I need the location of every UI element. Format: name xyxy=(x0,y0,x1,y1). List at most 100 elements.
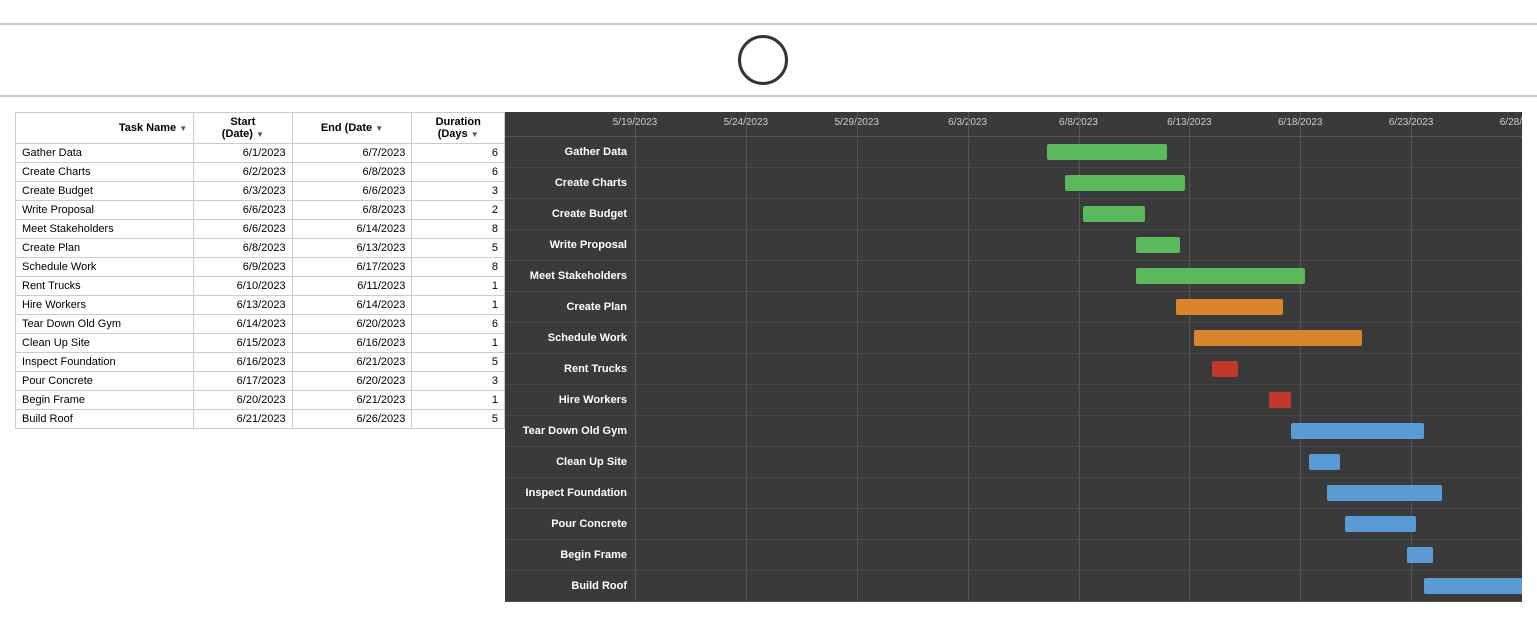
gantt-grid-line xyxy=(1411,261,1412,291)
gantt-grid-line xyxy=(746,261,747,291)
gantt-grid-line xyxy=(857,540,858,570)
gantt-grid-line xyxy=(857,323,858,353)
col-header-end: End (Date ▼ xyxy=(292,113,412,144)
gantt-bars-area xyxy=(635,416,1522,446)
filter-icon-duration[interactable]: ▼ xyxy=(471,130,479,139)
gantt-grid-line xyxy=(968,416,969,446)
task-end-cell: 6/14/2023 xyxy=(292,220,412,239)
gantt-grid-line xyxy=(746,230,747,260)
gantt-row: Build Roof xyxy=(505,571,1522,602)
gantt-bars-area xyxy=(635,168,1522,198)
task-duration-cell: 5 xyxy=(412,410,505,429)
gantt-grid-line xyxy=(635,385,636,415)
task-name-cell: Meet Stakeholders xyxy=(16,220,194,239)
gantt-task-label: Write Proposal xyxy=(505,239,635,251)
task-end-cell: 6/7/2023 xyxy=(292,144,412,163)
task-name-cell: Pour Concrete xyxy=(16,372,194,391)
gantt-grid-line xyxy=(1189,199,1190,229)
gantt-grid-line xyxy=(746,478,747,508)
task-end-cell: 6/20/2023 xyxy=(292,315,412,334)
gantt-grid-line xyxy=(635,137,636,167)
gantt-bars-area xyxy=(635,385,1522,415)
gantt-row: Gather Data xyxy=(505,137,1522,168)
table-row: Create Charts 6/2/2023 6/8/2023 6 xyxy=(16,163,505,182)
task-start-cell: 6/6/2023 xyxy=(194,220,292,239)
filter-icon-name[interactable]: ▼ xyxy=(179,124,187,133)
gantt-grid-line xyxy=(635,230,636,260)
gantt-grid-line xyxy=(635,112,636,136)
filter-icon-end[interactable]: ▼ xyxy=(375,124,383,133)
gantt-grid-line xyxy=(857,571,858,601)
gantt-grid-line xyxy=(746,168,747,198)
gantt-grid-line xyxy=(746,509,747,539)
task-duration-cell: 5 xyxy=(412,239,505,258)
table-row: Write Proposal 6/6/2023 6/8/2023 2 xyxy=(16,201,505,220)
gantt-grid-line xyxy=(857,292,858,322)
gantt-grid-line xyxy=(968,137,969,167)
page-header xyxy=(0,0,1537,18)
task-start-cell: 6/20/2023 xyxy=(194,391,292,410)
task-name-cell: Hire Workers xyxy=(16,296,194,315)
gantt-grid-line xyxy=(1079,478,1080,508)
gantt-row: Write Proposal xyxy=(505,230,1522,261)
gantt-date-label: 6/28/2023 xyxy=(1500,117,1522,128)
task-start-cell: 6/21/2023 xyxy=(194,410,292,429)
gantt-grid-line xyxy=(857,354,858,384)
task-end-cell: 6/11/2023 xyxy=(292,277,412,296)
gantt-grid-line xyxy=(968,261,969,291)
task-duration-cell: 3 xyxy=(412,372,505,391)
gantt-grid-line xyxy=(635,292,636,322)
task-name-cell: Write Proposal xyxy=(16,201,194,220)
gantt-grid-line xyxy=(1189,137,1190,167)
gantt-task-label: Meet Stakeholders xyxy=(505,270,635,282)
task-duration-cell: 1 xyxy=(412,391,505,410)
gantt-row: Rent Trucks xyxy=(505,354,1522,385)
task-end-cell: 6/14/2023 xyxy=(292,296,412,315)
gantt-grid-line xyxy=(746,447,747,477)
task-end-cell: 6/8/2023 xyxy=(292,163,412,182)
gantt-task-label: Schedule Work xyxy=(505,332,635,344)
gantt-task-label: Rent Trucks xyxy=(505,363,635,375)
gantt-grid-line xyxy=(1411,571,1412,601)
gantt-grid-line xyxy=(635,447,636,477)
gantt-grid-line xyxy=(635,261,636,291)
task-duration-cell: 2 xyxy=(412,201,505,220)
filter-icon-start[interactable]: ▼ xyxy=(256,130,264,139)
gantt-row: Hire Workers xyxy=(505,385,1522,416)
gantt-grid-line xyxy=(1189,323,1190,353)
gantt-grid-line xyxy=(857,137,858,167)
gantt-task-label: Create Plan xyxy=(505,301,635,313)
gantt-bars-area xyxy=(635,509,1522,539)
task-name-cell: Create Budget xyxy=(16,182,194,201)
gantt-grid-line xyxy=(746,292,747,322)
gantt-row: Schedule Work xyxy=(505,323,1522,354)
task-duration-cell: 3 xyxy=(412,182,505,201)
gantt-grid-line xyxy=(1189,354,1190,384)
gantt-bars-area xyxy=(635,261,1522,291)
gantt-task-label: Inspect Foundation xyxy=(505,487,635,499)
gantt-grid-line xyxy=(1411,230,1412,260)
gantt-grid-line xyxy=(1079,323,1080,353)
gantt-bar xyxy=(1424,578,1522,594)
gantt-grid-line xyxy=(968,199,969,229)
gantt-grid-line xyxy=(857,447,858,477)
gantt-grid-line xyxy=(1189,509,1190,539)
gantt-grid-line xyxy=(1079,112,1080,136)
task-start-cell: 6/15/2023 xyxy=(194,334,292,353)
gantt-grid-line xyxy=(1079,354,1080,384)
table-row: Schedule Work 6/9/2023 6/17/2023 8 xyxy=(16,258,505,277)
gantt-grid-line xyxy=(746,385,747,415)
table-row: Clean Up Site 6/15/2023 6/16/2023 1 xyxy=(16,334,505,353)
logo-area xyxy=(738,35,800,85)
gantt-grid-line xyxy=(1079,416,1080,446)
col-header-name: Task Name ▼ xyxy=(16,113,194,144)
gantt-bar xyxy=(1136,237,1180,253)
task-name-cell: Tear Down Old Gym xyxy=(16,315,194,334)
gantt-grid-line xyxy=(1189,416,1190,446)
gantt-grid-line xyxy=(1300,540,1301,570)
gantt-grid-line xyxy=(1300,199,1301,229)
gantt-grid-line xyxy=(1189,540,1190,570)
gantt-grid-line xyxy=(1411,385,1412,415)
gantt-grid-line xyxy=(746,199,747,229)
gantt-task-label: Hire Workers xyxy=(505,394,635,406)
